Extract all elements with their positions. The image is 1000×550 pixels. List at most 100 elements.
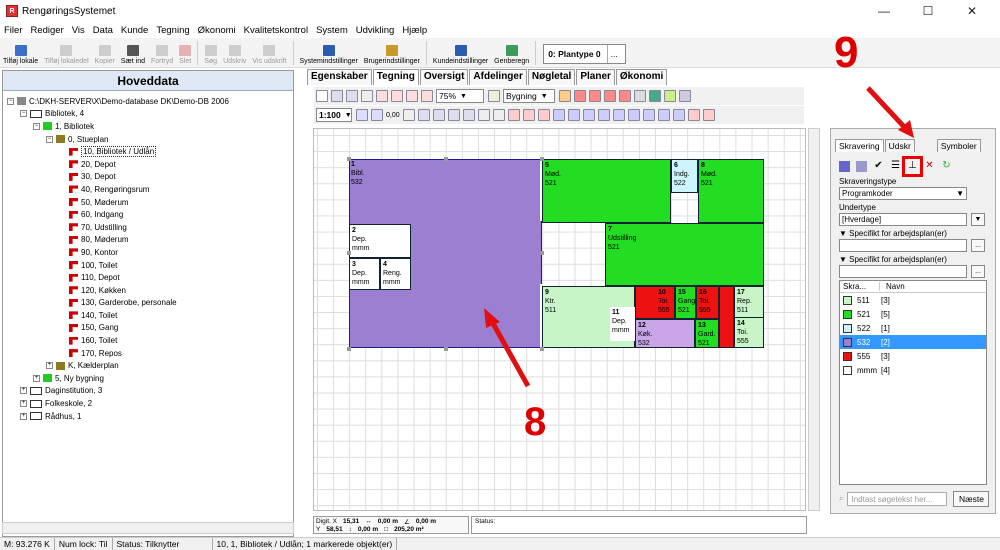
legend-row[interactable]: mmm [4] — [840, 363, 986, 377]
tree-item[interactable]: 170, Repos — [3, 347, 293, 360]
room-6[interactable]: 6 Indg. 522 — [671, 159, 698, 193]
draw-icon[interactable] — [330, 90, 343, 102]
menu-item-3[interactable]: Data — [93, 25, 113, 36]
room-14[interactable]: 14 Toi. 555 — [734, 317, 764, 348]
dimension-icon[interactable] — [703, 109, 716, 121]
check-icon[interactable]: ✔ — [873, 160, 884, 172]
minimize-button[interactable]: — — [862, 0, 906, 22]
menu-item-9[interactable]: Udvikling — [356, 25, 395, 36]
list-icon[interactable]: ☰ — [890, 160, 901, 172]
align-icon[interactable] — [508, 109, 521, 121]
rotate-icon[interactable] — [433, 109, 446, 121]
hatch-icon[interactable] — [598, 109, 611, 121]
scale-select[interactable]: 1:100 ▼ — [316, 108, 352, 122]
tree-item[interactable]: − C:\DKH-SERVER\X\Demo-database DK\Demo-D… — [3, 95, 293, 108]
tree-item[interactable]: +5, Ny bygning — [3, 372, 293, 385]
tree-item[interactable]: 130, Garderobe, personale — [3, 297, 293, 310]
room-13[interactable]: 13 Gard. 521 — [695, 319, 719, 348]
expand-icon[interactable]: + — [20, 387, 27, 395]
tree-item[interactable]: −0, Stueplan — [3, 133, 293, 146]
tab-5[interactable]: Planer — [576, 69, 615, 85]
tree-item[interactable]: 80, Møderum — [3, 234, 293, 247]
grid-icon[interactable] — [603, 90, 616, 102]
next-button[interactable]: Næste — [953, 491, 990, 507]
image-icon[interactable] — [648, 90, 661, 102]
right-tab-2[interactable]: Symboler — [936, 139, 981, 152]
menu-item-2[interactable]: Vis — [72, 25, 85, 36]
toolbar-button-4[interactable]: Fortryd — [148, 45, 176, 67]
room-7[interactable]: 7 Udstilling 521 — [605, 223, 764, 286]
legend-row[interactable]: 521 [5] — [840, 307, 986, 321]
settings-icon[interactable] — [678, 90, 691, 102]
toolbar-button-7[interactable]: Udskriv — [220, 45, 249, 67]
tree-item[interactable]: + Folkeskole, 2 — [3, 397, 293, 410]
toolbar-button-8[interactable]: Vis udskrift — [249, 45, 289, 67]
selection-handle[interactable] — [347, 251, 351, 255]
zoom-fit-icon[interactable] — [405, 90, 418, 102]
room-2[interactable]: 2 Dep. mmm — [349, 224, 411, 258]
zoom-window-icon[interactable] — [420, 90, 433, 102]
tab-4[interactable]: Nøgletal — [527, 69, 576, 85]
select-icon[interactable] — [403, 109, 416, 121]
menu-item-7[interactable]: Kvalitetskontrol — [244, 25, 308, 36]
tab-2[interactable]: Oversigt — [419, 69, 469, 85]
selection-handle[interactable] — [540, 251, 544, 255]
distribute-icon[interactable] — [523, 109, 536, 121]
spec1-field[interactable] — [839, 239, 967, 252]
room-11[interactable]: 11 Dep. mmm — [610, 307, 635, 341]
symbol-icon[interactable] — [628, 109, 641, 121]
scale-icon[interactable] — [463, 109, 476, 121]
line-width-icon[interactable] — [370, 109, 383, 121]
room-10[interactable]: 10 Toi. 555 — [635, 286, 675, 319]
tree-item[interactable]: − Bibliotek, 4 — [3, 108, 293, 121]
toolbar-button-10[interactable]: Brugerindstillinger — [361, 45, 423, 67]
tree-item[interactable]: 20, Depot — [3, 158, 293, 171]
menu-item-8[interactable]: System — [316, 25, 348, 36]
selection-handle[interactable] — [540, 347, 544, 351]
spec1-browse-button[interactable]: ... — [971, 239, 985, 252]
tree-item[interactable]: 140, Toilet — [3, 309, 293, 322]
tree-item[interactable]: 110, Depot — [3, 271, 293, 284]
room-12[interactable]: 12 Køk. 532 — [635, 319, 695, 348]
room-1[interactable]: 1 Bibl. 532 — [349, 159, 389, 195]
tab-1[interactable]: Tegning — [372, 69, 419, 85]
window-tool-icon[interactable] — [658, 109, 671, 121]
menu-item-10[interactable]: Hjælp — [402, 25, 427, 36]
tab-6[interactable]: Økonomi — [615, 69, 668, 85]
hatch-list-icon[interactable] — [839, 160, 850, 172]
expand-icon[interactable]: + — [33, 374, 40, 382]
room-8[interactable]: 8 Mød. 521 — [698, 159, 764, 223]
zoom-select[interactable]: 75% ▼ — [436, 89, 484, 103]
spec2-field[interactable] — [839, 265, 967, 278]
room-4[interactable]: 4 Reng. mmm — [380, 258, 411, 290]
right-tab-0[interactable]: Skravering — [835, 139, 884, 152]
tree-item[interactable]: −1, Bibliotek — [3, 120, 293, 133]
toolbar-button-1[interactable]: Tilføj lokaledel — [41, 45, 91, 67]
tab-0[interactable]: Egenskaber — [307, 69, 372, 85]
tree-item[interactable]: 60, Indgang — [3, 208, 293, 221]
room-16-b[interactable] — [719, 286, 734, 348]
room-5[interactable]: 5 Mød. 521 — [542, 159, 671, 223]
drawing-canvas[interactable]: 1 Bibl. 532 5 Mød. 521 6 Indg. 522 8 Mød… — [313, 128, 806, 511]
pan-icon[interactable] — [360, 90, 373, 102]
toolbar-button-11[interactable]: Kundeindstillinger — [430, 45, 491, 67]
expand-icon[interactable]: + — [46, 362, 53, 370]
paint-brush-icon[interactable]: ⊥ — [902, 155, 923, 177]
tree-item[interactable]: 50, Møderum — [3, 196, 293, 209]
zoom-out-icon[interactable] — [390, 90, 403, 102]
maximize-button[interactable]: ☐ — [906, 0, 950, 22]
layer-select[interactable]: Bygning ▼ — [503, 89, 555, 103]
toolbar-button-6[interactable]: Søg — [201, 45, 220, 67]
selection-handle[interactable] — [444, 347, 448, 351]
collapse-icon[interactable]: − — [7, 97, 14, 105]
tree-item[interactable]: + Rådhus, 1 — [3, 410, 293, 423]
hatch-grid-icon[interactable] — [856, 160, 867, 172]
join-icon[interactable] — [568, 109, 581, 121]
layer-book-icon[interactable] — [663, 90, 676, 102]
canvas-vertical-scrollbar[interactable] — [808, 128, 820, 511]
close-small-icon[interactable]: ✕ — [924, 160, 935, 172]
selection-handle[interactable] — [540, 157, 544, 161]
selection-handle[interactable] — [444, 157, 448, 161]
split-icon[interactable] — [553, 109, 566, 121]
selection-handle[interactable] — [347, 157, 351, 161]
